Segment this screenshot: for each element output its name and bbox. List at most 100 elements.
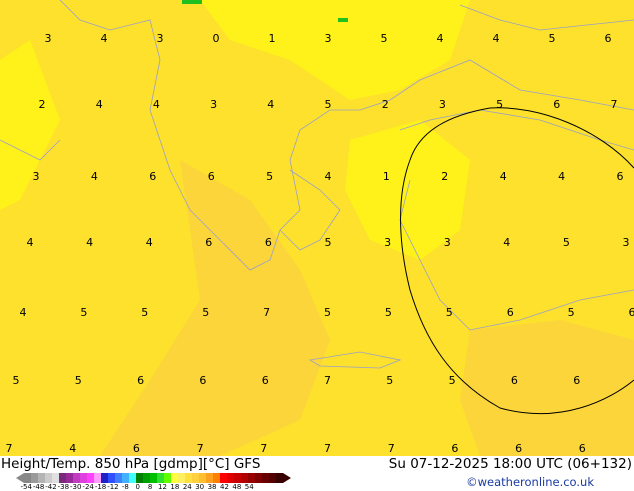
height-label: 5 [568,306,575,319]
height-label: 1 [383,170,390,183]
legend-swatch [38,473,45,483]
height-label: 4 [500,170,507,183]
legend-swatch [143,473,150,483]
height-label: 2 [441,170,448,183]
height-label: 4 [146,236,153,249]
height-label: 7 [260,442,267,455]
height-label: 4 [437,32,444,45]
height-label: 5 [75,374,82,387]
height-label: 6 [605,32,612,45]
height-label: 2 [39,98,46,111]
legend-swatch [52,473,59,483]
height-label: 6 [629,306,634,319]
height-label: 5 [266,170,273,183]
height-label: 4 [101,32,108,45]
height-label: 5 [381,32,388,45]
height-label: 4 [91,170,98,183]
height-label: 0 [213,32,220,45]
legend-swatch [213,473,220,483]
footer: Height/Temp. 850 hPa [gdmp][°C] GFS Su 0… [0,456,634,490]
height-label: 5 [202,306,209,319]
legend-swatch [73,473,80,483]
height-label: 3 [157,32,164,45]
legend-swatch [80,473,87,483]
height-label: 6 [553,98,560,111]
height-label: 6 [579,442,586,455]
height-label: 5 [446,306,453,319]
legend-swatch [101,473,108,483]
legend-swatch [269,473,276,483]
height-label: 6 [205,236,212,249]
height-label: 3 [325,32,332,45]
legend-arrow-left [16,473,24,483]
height-label: 4 [493,32,500,45]
legend-swatch [66,473,73,483]
legend-swatch [24,473,31,483]
height-label: 6 [515,442,522,455]
height-label: 6 [133,442,140,455]
legend-swatch [255,473,262,483]
height-label: 2 [382,98,389,111]
height-label: 6 [149,170,156,183]
height-label: 5 [549,32,556,45]
height-label: 6 [617,170,624,183]
height-label: 7 [6,442,13,455]
height-label: 5 [325,236,332,249]
height-label: 5 [80,306,87,319]
legend-swatch [185,473,192,483]
legend-swatch [206,473,213,483]
height-label: 1 [269,32,276,45]
height-label: 7 [197,442,204,455]
height-label: 5 [385,306,392,319]
height-label: 5 [141,306,148,319]
height-label: 6 [265,236,272,249]
height-label: 6 [451,442,458,455]
height-label: 5 [325,98,332,111]
height-label: 5 [449,374,456,387]
legend-arrow-right [283,473,291,483]
height-label: 4 [86,236,93,249]
height-label: 3 [444,236,451,249]
height-label: 3 [623,236,630,249]
height-label: 6 [573,374,580,387]
legend-swatch [276,473,283,483]
height-label: 5 [324,306,331,319]
legend-swatch [108,473,115,483]
legend-swatch [164,473,171,483]
map-datetime: Su 07-12-2025 18:00 UTC (06+132) [389,456,632,472]
height-label: 7 [611,98,618,111]
height-label: 5 [386,374,393,387]
height-label: 6 [507,306,514,319]
height-label: 7 [324,374,331,387]
legend-swatch [45,473,52,483]
legend-swatch [220,473,227,483]
height-label: 4 [558,170,565,183]
height-label: 6 [199,374,206,387]
legend-swatch [248,473,255,483]
height-label: 5 [13,374,20,387]
height-label: 5 [496,98,503,111]
map-title: Height/Temp. 850 hPa [gdmp][°C] GFS [1,456,260,472]
height-label: 7 [324,442,331,455]
height-label: 6 [208,170,215,183]
credit-link[interactable]: ©weatheronline.co.uk [466,475,594,489]
height-label: 6 [137,374,144,387]
legend-swatch [171,473,178,483]
height-label: 3 [45,32,52,45]
legend-swatch [115,473,122,483]
height-label: 5 [563,236,570,249]
height-label: 6 [511,374,518,387]
height-label: 4 [325,170,332,183]
legend-swatch [262,473,269,483]
height-label: 3 [210,98,217,111]
temperature-map: 3430135445624434523567346654124464446653… [0,0,634,456]
warm-region [460,320,634,456]
legend-swatch [136,473,143,483]
height-label: 4 [96,98,103,111]
legend-swatch [234,473,241,483]
height-label: 4 [503,236,510,249]
height-label: 4 [267,98,274,111]
height-label: 4 [20,306,27,319]
legend-swatch [94,473,101,483]
height-label: 6 [262,374,269,387]
